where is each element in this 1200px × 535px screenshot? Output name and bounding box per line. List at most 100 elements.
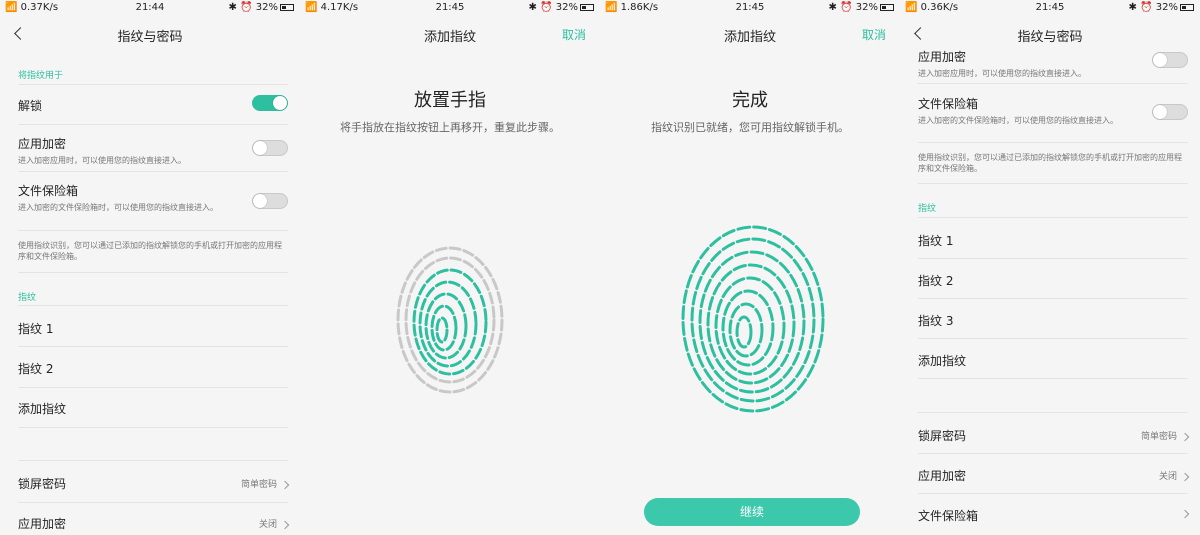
setting-label: 应用加密 bbox=[918, 50, 967, 64]
status-bar: 📶 4.17K/s 21:45 ✱ ⏰ 32% bbox=[300, 0, 600, 16]
step-title: 放置手指 bbox=[414, 90, 486, 111]
divider bbox=[918, 258, 1188, 259]
setting-row-app-encrypt-2[interactable]: 应用加密 bbox=[918, 467, 1188, 484]
add-fingerprint-screen: 📶 4.17K/s 21:45 ✱ ⏰ 32% 添加指纹 取消 放置手指 将手指… bbox=[300, 0, 600, 535]
file-safe-toggle[interactable] bbox=[252, 193, 288, 209]
setting-row-app-encrypt-2[interactable]: 应用加密 bbox=[18, 515, 288, 532]
setting-label: 应用加密 bbox=[18, 517, 67, 531]
file-safe-toggle[interactable] bbox=[1152, 104, 1188, 120]
setting-row-app-encrypt[interactable]: 应用加密 进入加密应用时，可以使用您的指纹直接进入。 bbox=[18, 135, 288, 166]
fingerprint-label: 指纹 2 bbox=[18, 362, 54, 376]
divider bbox=[918, 378, 1188, 379]
fingerprint-complete-icon bbox=[681, 225, 825, 413]
fingerprint-item[interactable]: 指纹 1 bbox=[918, 232, 1188, 249]
status-bar: 📶 0.36K/s 21:45 ✱ ⏰ 32% bbox=[900, 0, 1200, 16]
add-fingerprint-label: 添加指纹 bbox=[918, 354, 967, 368]
bluetooth-icon: ✱ bbox=[528, 2, 537, 13]
bluetooth-icon: ✱ bbox=[228, 2, 237, 13]
alarm-icon: ⏰ bbox=[1140, 2, 1153, 13]
divider bbox=[918, 83, 1188, 84]
divider bbox=[18, 387, 288, 388]
section-label-use-for: 将指纹用于 bbox=[18, 71, 64, 81]
setting-label: 文件保险箱 bbox=[18, 184, 79, 198]
fingerprint-item[interactable]: 指纹 1 bbox=[18, 320, 288, 337]
battery-status: ✱ ⏰ 32% bbox=[829, 2, 894, 13]
app-header: 添加指纹 取消 bbox=[600, 18, 900, 50]
fingerprint-label: 指纹 1 bbox=[918, 234, 954, 248]
fingerprint-note: 使用指纹识别，您可以通过已添加的指纹解锁您的手机或打开加密的应用程序和文件保险箱… bbox=[918, 153, 1182, 173]
battery-icon bbox=[880, 3, 894, 11]
divider bbox=[18, 272, 288, 273]
setting-row-app-encrypt[interactable]: 应用加密 进入加密应用时，可以使用您的指纹直接进入。 bbox=[918, 48, 1188, 79]
fingerprint-partial-icon bbox=[396, 246, 504, 394]
chevron-right-icon bbox=[280, 480, 290, 489]
battery-icon bbox=[280, 3, 294, 11]
app-encrypt-toggle[interactable] bbox=[252, 140, 288, 156]
setting-label: 应用加密 bbox=[918, 469, 967, 483]
fingerprint-label: 指纹 2 bbox=[918, 274, 954, 288]
page-title: 添加指纹 bbox=[423, 30, 476, 45]
divider bbox=[918, 183, 1188, 184]
setting-row-file-safe[interactable]: 文件保险箱 进入加密的文件保险箱时，可以使用您的指纹直接进入。 bbox=[18, 182, 240, 213]
section-label-fingerprints: 指纹 bbox=[18, 293, 37, 303]
toggle-knob bbox=[253, 194, 267, 208]
battery-icon bbox=[1180, 3, 1194, 11]
toggle-knob bbox=[1153, 53, 1167, 67]
setting-label: 文件保险箱 bbox=[918, 97, 979, 111]
continue-button[interactable]: 继续 bbox=[644, 498, 860, 526]
divider bbox=[918, 142, 1188, 143]
settings-screen-2: 📶 0.36K/s 21:45 ✱ ⏰ 32% 指纹与密码 应用加密 进入加密应… bbox=[900, 0, 1200, 535]
add-fingerprint-button[interactable]: 添加指纹 bbox=[18, 400, 288, 417]
divider bbox=[918, 493, 1188, 494]
battery-status: ✱ ⏰ 32% bbox=[1129, 2, 1194, 13]
battery-status: ✱ ⏰ 32% bbox=[229, 2, 294, 13]
app-encrypt-value: 关闭 bbox=[1159, 469, 1190, 482]
status-bar: 📶 0.37K/s 21:44 ✱ ⏰ 32% bbox=[0, 0, 300, 16]
setting-row-file-safe-2[interactable]: 文件保险箱 bbox=[918, 507, 1188, 524]
setting-row-unlock[interactable]: 解锁 bbox=[18, 97, 288, 114]
toggle-knob bbox=[253, 141, 267, 155]
step-description: 将手指放在指纹按钮上再移开，重复此步骤。 bbox=[340, 121, 560, 134]
divider bbox=[918, 453, 1188, 454]
fingerprint-label: 指纹 1 bbox=[18, 322, 54, 336]
setting-label: 应用加密 bbox=[18, 137, 67, 151]
setting-description: 进入加密应用时，可以使用您的指纹直接进入。 bbox=[918, 69, 1086, 78]
divider bbox=[918, 298, 1188, 299]
bluetooth-icon: ✱ bbox=[1128, 2, 1137, 13]
setting-description: 进入加密的文件保险箱时，可以使用您的指纹直接进入。 bbox=[18, 203, 218, 212]
step-title: 完成 bbox=[732, 90, 768, 111]
setting-label: 文件保险箱 bbox=[918, 509, 979, 523]
add-fingerprint-button[interactable]: 添加指纹 bbox=[918, 352, 1188, 369]
page-title: 指纹与密码 bbox=[1017, 30, 1083, 45]
add-fingerprint-label: 添加指纹 bbox=[18, 402, 67, 416]
cancel-button[interactable]: 取消 bbox=[862, 26, 886, 43]
alarm-icon: ⏰ bbox=[840, 2, 853, 13]
fingerprint-complete-screen: 📶 1.86K/s 21:45 ✱ ⏰ 32% 添加指纹 取消 完成 指纹识别已… bbox=[600, 0, 900, 535]
chevron-right-icon bbox=[1180, 432, 1190, 441]
divider bbox=[18, 230, 288, 231]
fingerprint-item[interactable]: 指纹 2 bbox=[918, 272, 1188, 289]
divider bbox=[18, 124, 288, 125]
app-encrypt-value: 关闭 bbox=[259, 517, 290, 530]
settings-screen-1: 📶 0.37K/s 21:44 ✱ ⏰ 32% 指纹与密码 将指纹用于 解锁 应… bbox=[0, 0, 300, 535]
lock-password-value: 简单密码 bbox=[241, 477, 290, 490]
divider bbox=[18, 460, 288, 461]
cancel-button[interactable]: 取消 bbox=[562, 26, 586, 43]
app-encrypt-toggle[interactable] bbox=[1152, 52, 1188, 68]
fingerprint-label: 指纹 3 bbox=[918, 314, 954, 328]
divider bbox=[918, 338, 1188, 339]
divider bbox=[18, 171, 288, 172]
unlock-toggle[interactable] bbox=[252, 95, 288, 111]
page-title: 指纹与密码 bbox=[117, 30, 183, 45]
setting-row-file-safe[interactable]: 文件保险箱 进入加密的文件保险箱时，可以使用您的指纹直接进入。 bbox=[918, 95, 1140, 126]
divider bbox=[18, 502, 288, 503]
section-label-fingerprints: 指纹 bbox=[918, 204, 937, 214]
divider bbox=[918, 412, 1188, 413]
app-header: 指纹与密码 bbox=[900, 18, 1200, 50]
alarm-icon: ⏰ bbox=[240, 2, 253, 13]
fingerprint-item[interactable]: 指纹 3 bbox=[918, 312, 1188, 329]
app-header: 指纹与密码 bbox=[0, 18, 300, 50]
page-title: 添加指纹 bbox=[723, 30, 776, 45]
file-safe-chevron bbox=[1177, 509, 1190, 519]
fingerprint-item[interactable]: 指纹 2 bbox=[18, 360, 288, 377]
